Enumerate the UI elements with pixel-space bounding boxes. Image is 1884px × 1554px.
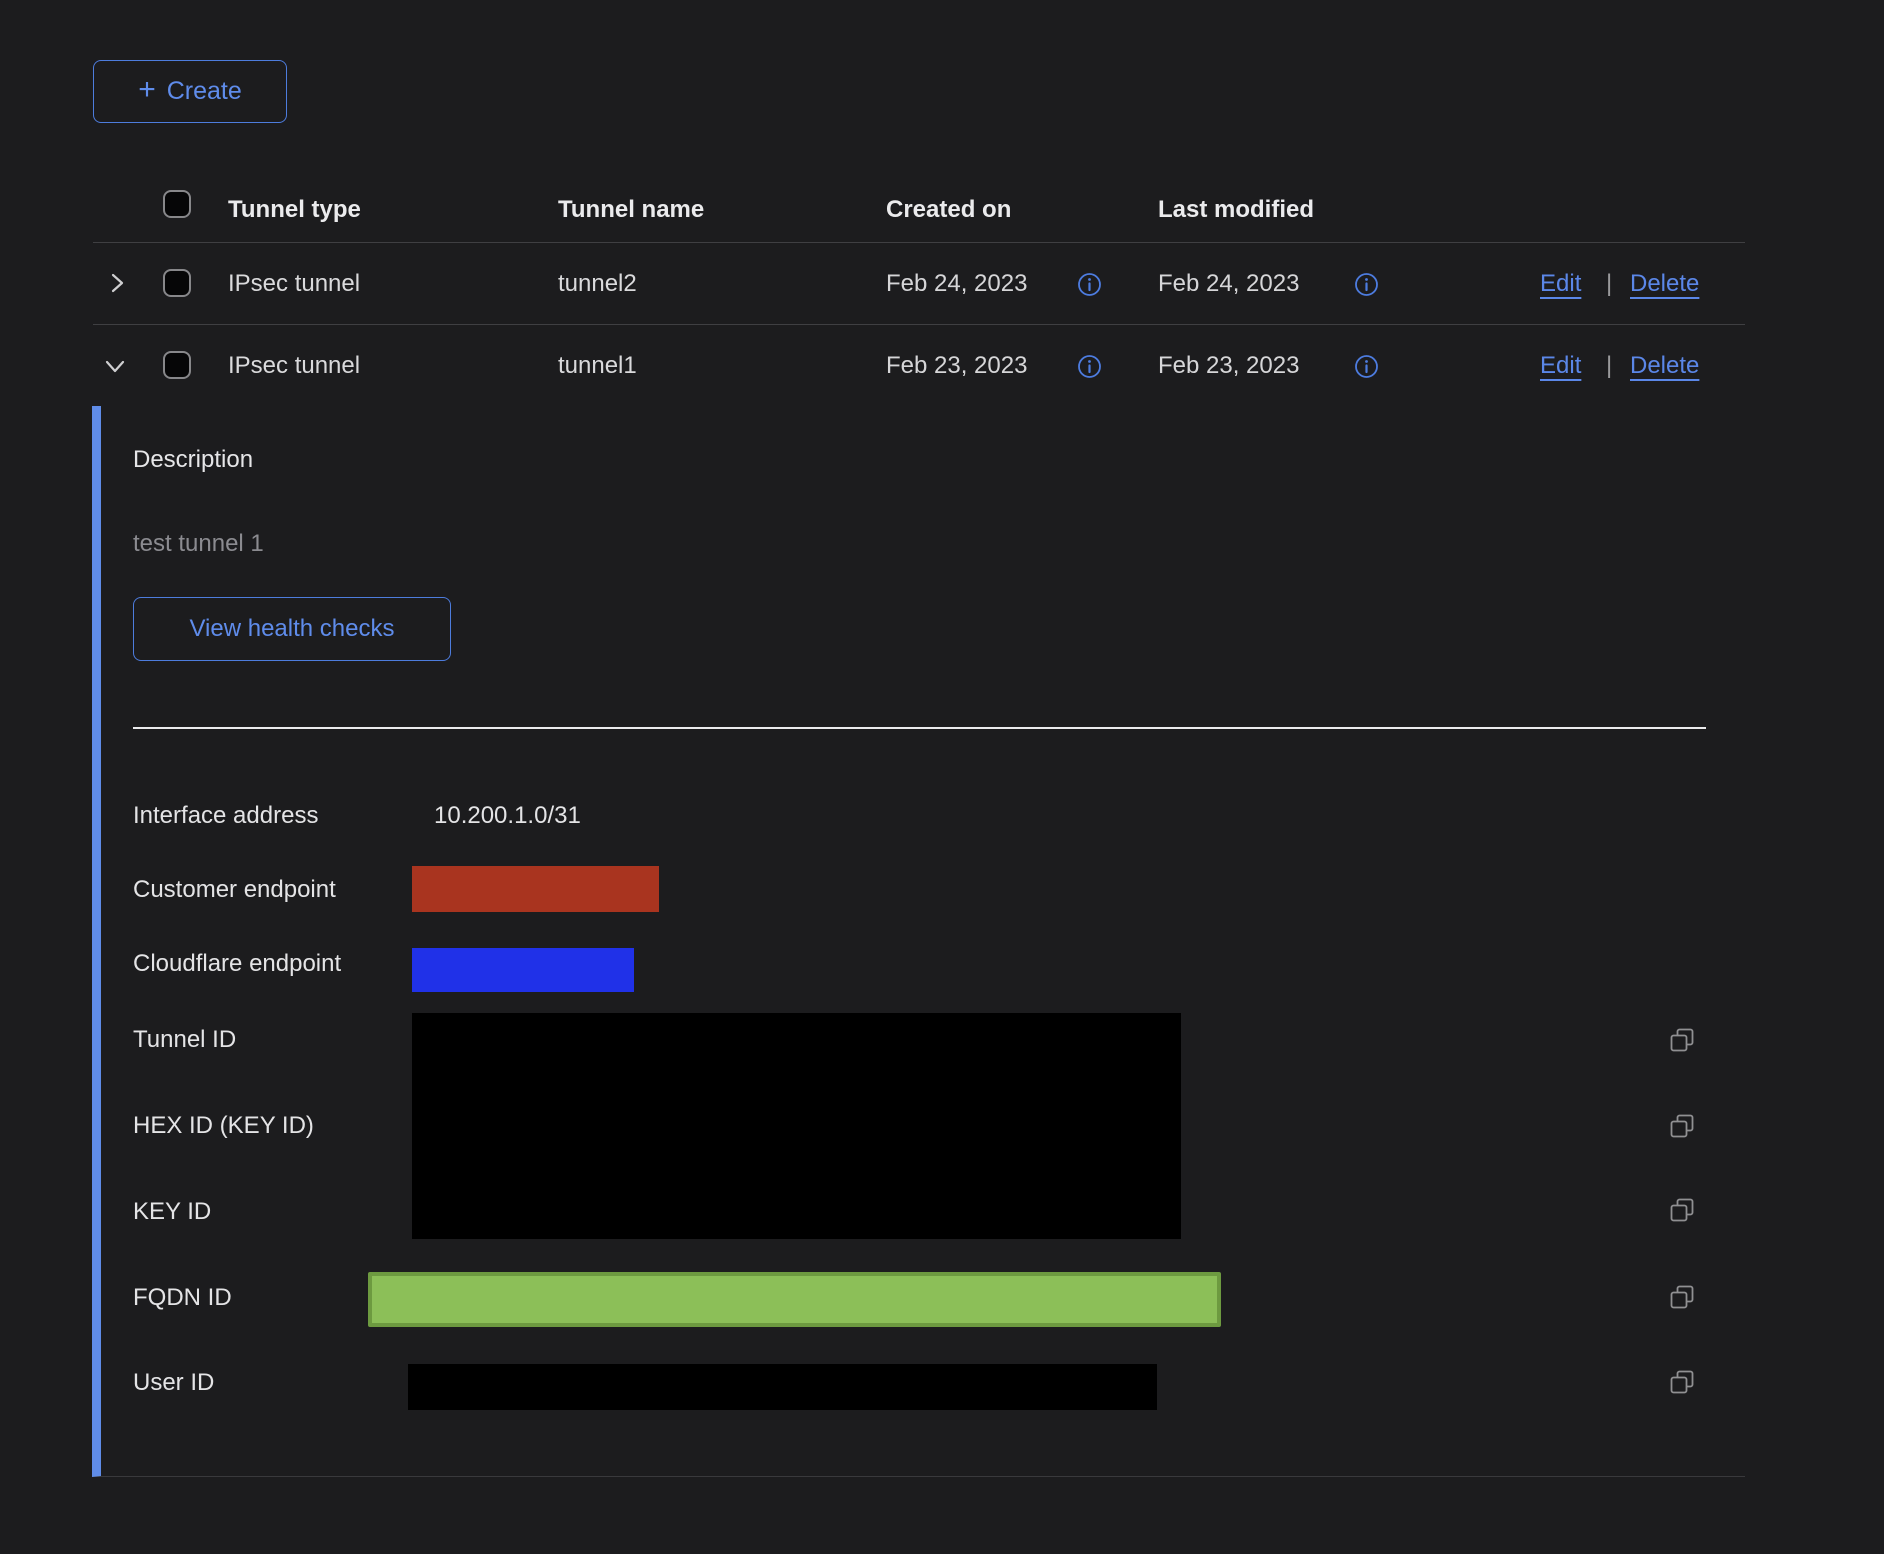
tunnel-type-cell: IPsec tunnel bbox=[228, 270, 360, 298]
edit-link[interactable]: Edit bbox=[1540, 352, 1581, 380]
redacted-fqdn-id bbox=[368, 1272, 1221, 1327]
field-label-interface-address: Interface address bbox=[133, 802, 318, 830]
created-on-cell: Feb 23, 2023 bbox=[886, 352, 1027, 380]
delete-link[interactable]: Delete bbox=[1630, 270, 1699, 298]
chevron-right-icon[interactable] bbox=[103, 269, 131, 297]
tunnels-page: + Create Tunnel type Tunnel name Created… bbox=[0, 0, 1884, 1554]
tunnel-name-cell: tunnel2 bbox=[558, 270, 637, 298]
plus-icon: + bbox=[138, 75, 156, 105]
tunnel-name-cell: tunnel1 bbox=[558, 352, 637, 380]
info-icon[interactable] bbox=[1077, 354, 1102, 379]
row-divider bbox=[93, 324, 1745, 325]
view-health-checks-button[interactable]: View health checks bbox=[133, 597, 451, 661]
column-header-last-modified: Last modified bbox=[1158, 196, 1314, 224]
field-label-key-id: KEY ID bbox=[133, 1198, 211, 1226]
created-on-cell: Feb 24, 2023 bbox=[886, 270, 1027, 298]
redacted-user-id bbox=[408, 1364, 1157, 1410]
description-value: test tunnel 1 bbox=[133, 530, 264, 558]
header-divider bbox=[93, 242, 1745, 243]
tunnel-type-cell: IPsec tunnel bbox=[228, 352, 360, 380]
field-label-customer-endpoint: Customer endpoint bbox=[133, 876, 336, 904]
edit-link[interactable]: Edit bbox=[1540, 270, 1581, 298]
create-button-label: Create bbox=[167, 77, 242, 106]
section-divider bbox=[133, 727, 1706, 729]
field-label-hex-id: HEX ID (KEY ID) bbox=[133, 1112, 314, 1140]
chevron-down-icon[interactable] bbox=[101, 352, 129, 380]
redacted-cloudflare-endpoint bbox=[412, 948, 634, 992]
field-label-cloudflare-endpoint: Cloudflare endpoint bbox=[133, 950, 341, 978]
copy-icon[interactable] bbox=[1668, 1112, 1696, 1140]
row-checkbox[interactable] bbox=[163, 351, 191, 379]
last-modified-cell: Feb 24, 2023 bbox=[1158, 270, 1299, 298]
column-header-tunnel-type: Tunnel type bbox=[228, 196, 361, 224]
copy-icon[interactable] bbox=[1668, 1026, 1696, 1054]
copy-icon[interactable] bbox=[1668, 1283, 1696, 1311]
column-header-tunnel-name: Tunnel name bbox=[558, 196, 704, 224]
action-separator: | bbox=[1606, 270, 1612, 298]
field-label-user-id: User ID bbox=[133, 1369, 214, 1397]
field-label-fqdn-id: FQDN ID bbox=[133, 1284, 232, 1312]
redacted-tunnel-hex-key-ids bbox=[412, 1013, 1181, 1239]
row-checkbox[interactable] bbox=[163, 269, 191, 297]
field-label-tunnel-id: Tunnel ID bbox=[133, 1026, 236, 1054]
last-modified-cell: Feb 23, 2023 bbox=[1158, 352, 1299, 380]
select-all-checkbox[interactable] bbox=[163, 190, 191, 218]
delete-link[interactable]: Delete bbox=[1630, 352, 1699, 380]
copy-icon[interactable] bbox=[1668, 1368, 1696, 1396]
info-icon[interactable] bbox=[1354, 272, 1379, 297]
create-button[interactable]: + Create bbox=[93, 60, 287, 123]
description-label: Description bbox=[133, 446, 253, 474]
action-separator: | bbox=[1606, 352, 1612, 380]
redacted-customer-endpoint bbox=[412, 866, 659, 912]
copy-icon[interactable] bbox=[1668, 1196, 1696, 1224]
column-header-created-on: Created on bbox=[886, 196, 1011, 224]
info-icon[interactable] bbox=[1077, 272, 1102, 297]
interface-address-value: 10.200.1.0/31 bbox=[434, 802, 581, 830]
info-icon[interactable] bbox=[1354, 354, 1379, 379]
